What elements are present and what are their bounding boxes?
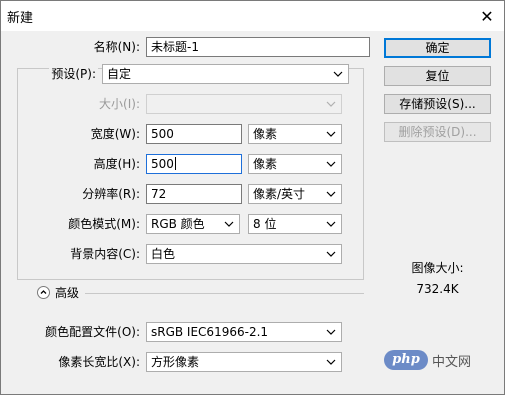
ok-button[interactable]: 确定 bbox=[384, 38, 491, 58]
height-unit-value: 像素 bbox=[253, 157, 278, 171]
close-icon: ✕ bbox=[480, 6, 494, 26]
preset-select[interactable]: 自定 bbox=[102, 64, 349, 84]
width-label: 宽度(W): bbox=[90, 127, 140, 141]
reset-button[interactable]: 复位 bbox=[384, 66, 491, 86]
bit-depth-value: 8 位 bbox=[253, 217, 277, 231]
color-profile-value: sRGB IEC61966-2.1 bbox=[151, 325, 269, 339]
resolution-label: 分辨率(R): bbox=[82, 187, 140, 201]
color-profile-select[interactable]: sRGB IEC61966-2.1 bbox=[146, 322, 342, 342]
color-profile-label: 颜色配置文件(O): bbox=[45, 325, 140, 339]
pixel-aspect-label: 像素长宽比(X): bbox=[58, 355, 140, 369]
chevron-down-icon bbox=[326, 329, 336, 335]
color-mode-label: 颜色模式(M): bbox=[68, 217, 140, 231]
chevron-down-icon bbox=[326, 359, 336, 365]
color-mode-value: RGB 颜色 bbox=[151, 217, 205, 231]
chevron-up-icon bbox=[40, 290, 47, 294]
watermark-logo: php bbox=[384, 350, 428, 370]
advanced-label: 高级 bbox=[55, 286, 80, 300]
height-unit-select[interactable]: 像素 bbox=[248, 154, 342, 174]
dialog-title: 新建 bbox=[7, 11, 34, 26]
image-size-label: 图像大小: bbox=[411, 261, 464, 275]
background-label: 背景内容(C): bbox=[70, 247, 140, 261]
preset-value: 自定 bbox=[107, 67, 132, 81]
width-unit-select[interactable]: 像素 bbox=[248, 124, 342, 144]
chevron-down-icon bbox=[326, 251, 336, 257]
pixel-aspect-value: 方形像素 bbox=[151, 355, 200, 369]
chevron-down-icon bbox=[326, 191, 336, 197]
save-preset-button[interactable]: 存储预设(S)... bbox=[384, 94, 491, 114]
title-bar: 新建 ✕ bbox=[1, 1, 504, 31]
size-select bbox=[146, 94, 342, 114]
image-size-value: 732.4K bbox=[416, 282, 459, 296]
width-input[interactable]: 500 bbox=[146, 124, 242, 144]
watermark-text: 中文网 bbox=[432, 354, 472, 370]
resolution-unit-select[interactable]: 像素/英寸 bbox=[248, 184, 342, 204]
watermark: php 中文网 bbox=[384, 350, 471, 370]
name-label: 名称(N): bbox=[93, 40, 140, 54]
resolution-unit-value: 像素/英寸 bbox=[253, 187, 306, 201]
advanced-divider bbox=[85, 293, 364, 294]
bit-depth-select[interactable]: 8 位 bbox=[248, 214, 342, 234]
preset-label: 预设(P): bbox=[49, 64, 98, 84]
background-value: 白色 bbox=[151, 247, 176, 261]
close-button[interactable]: ✕ bbox=[470, 1, 504, 31]
text-caret bbox=[174, 157, 176, 170]
background-select[interactable]: 白色 bbox=[146, 244, 342, 264]
pixel-aspect-select[interactable]: 方形像素 bbox=[146, 352, 342, 372]
height-input[interactable]: 500 bbox=[146, 154, 242, 174]
height-value: 500 bbox=[151, 157, 174, 171]
chevron-down-icon bbox=[326, 131, 336, 137]
color-mode-select[interactable]: RGB 颜色 bbox=[146, 214, 240, 234]
name-input[interactable]: 未标题-1 bbox=[146, 37, 370, 57]
delete-preset-button: 删除预设(D)... bbox=[384, 122, 491, 142]
chevron-down-icon bbox=[333, 71, 343, 77]
chevron-down-icon bbox=[224, 221, 234, 227]
size-label: 大小(I): bbox=[99, 97, 140, 111]
advanced-toggle[interactable] bbox=[37, 286, 50, 299]
resolution-input[interactable]: 72 bbox=[146, 184, 242, 204]
new-document-dialog: 新建 ✕ 名称(N): 未标题-1 预设(P): 自定 大小(I): 宽度(W)… bbox=[0, 0, 505, 395]
chevron-down-icon bbox=[326, 221, 336, 227]
height-label: 高度(H): bbox=[93, 157, 140, 171]
chevron-down-icon bbox=[326, 101, 336, 107]
width-unit-value: 像素 bbox=[253, 127, 278, 141]
chevron-down-icon bbox=[326, 161, 336, 167]
